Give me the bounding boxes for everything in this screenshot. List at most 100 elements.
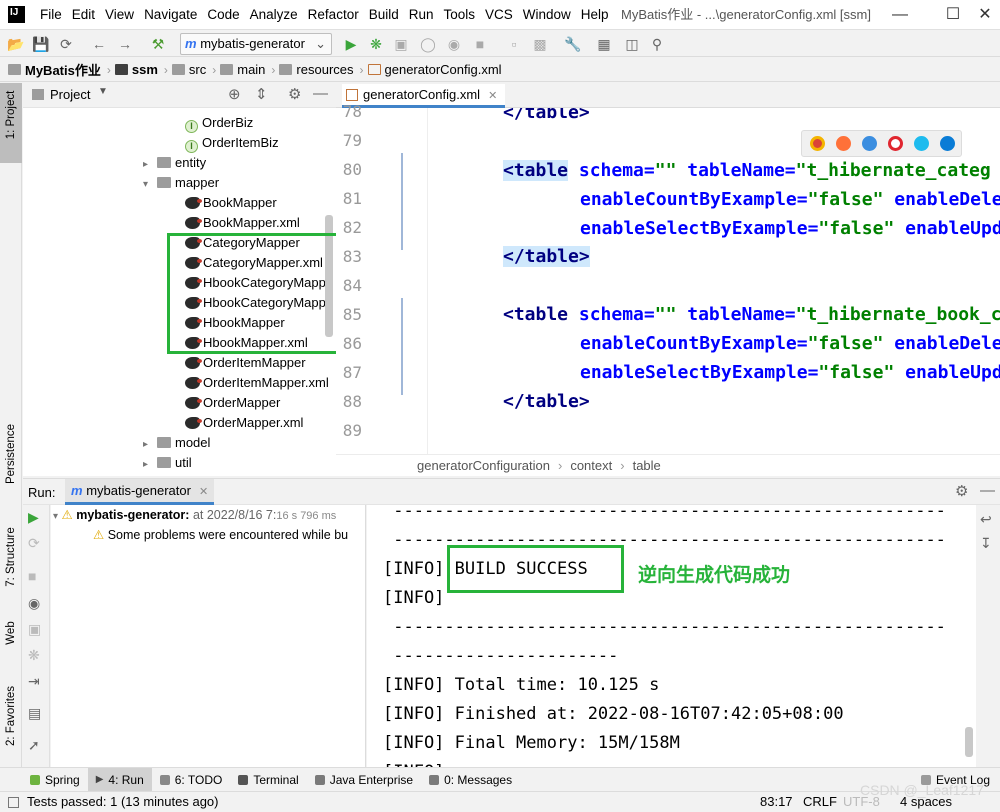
pin-icon[interactable]: ➚ bbox=[28, 737, 40, 754]
caret-position[interactable]: 83:17 bbox=[760, 792, 793, 812]
firefox-icon[interactable] bbox=[836, 136, 851, 151]
tool-tab-project[interactable]: 1: Project bbox=[0, 83, 22, 163]
forward-arrow-icon[interactable]: → bbox=[115, 34, 135, 54]
gear-icon[interactable]: ⚙ bbox=[288, 85, 301, 103]
save-icon[interactable]: 💾 bbox=[31, 34, 51, 54]
tree-item-bookmapper-xml[interactable]: BookMapper.xml bbox=[185, 213, 300, 233]
xml-crumb[interactable]: generatorConfiguration bbox=[417, 458, 550, 473]
eye-icon[interactable]: ◉ bbox=[28, 595, 40, 612]
chevron-down-icon[interactable]: ▼ bbox=[98, 86, 108, 97]
profile-icon[interactable]: ◯ bbox=[418, 34, 438, 54]
menu-refactor[interactable]: Refactor bbox=[303, 0, 364, 30]
open-folder-icon[interactable]: 📂 bbox=[6, 34, 26, 54]
menu-edit[interactable]: Edit bbox=[67, 0, 100, 30]
terminal-window-icon[interactable]: ◫ bbox=[622, 34, 642, 54]
xml-crumb[interactable]: table bbox=[633, 458, 661, 473]
camera-icon[interactable]: ▣ bbox=[28, 621, 41, 638]
tree-item-mapper[interactable]: ▾ mapper bbox=[143, 173, 219, 193]
run-tree-root[interactable]: ▾ ⚠ mybatis-generator: at 2022/8/16 7:16… bbox=[53, 505, 336, 525]
build-hammer-icon[interactable]: ⚒ bbox=[148, 34, 168, 54]
edge-icon[interactable] bbox=[940, 136, 955, 151]
internet-explorer-icon[interactable] bbox=[914, 136, 929, 151]
tree-item-bookmapper[interactable]: BookMapper bbox=[185, 193, 277, 213]
tool-tab-favorites[interactable]: 2: Favorites bbox=[0, 680, 22, 765]
menu-help[interactable]: Help bbox=[576, 0, 614, 30]
attach-icon[interactable]: ◉ bbox=[444, 34, 464, 54]
breadcrumb-project[interactable]: MyBatis作业 bbox=[8, 60, 101, 79]
tree-item-util[interactable]: ▸ util bbox=[143, 453, 192, 473]
maximize-icon[interactable]: ☐ bbox=[933, 0, 973, 30]
breadcrumb-main[interactable]: main bbox=[220, 62, 265, 77]
opera-icon[interactable] bbox=[888, 136, 903, 151]
console-scrollbar[interactable] bbox=[965, 727, 973, 757]
safari-icon[interactable] bbox=[862, 136, 877, 151]
run-tree-child[interactable]: ⚠ Some problems were encountered while b… bbox=[93, 525, 348, 545]
menu-vcs[interactable]: VCS bbox=[480, 0, 518, 30]
chrome-icon[interactable] bbox=[810, 136, 825, 151]
tree-item-ordermapper[interactable]: OrderMapper bbox=[185, 393, 280, 413]
menu-file[interactable]: File bbox=[35, 0, 67, 30]
close-icon[interactable]: ✕ bbox=[199, 486, 208, 498]
soft-wrap-icon[interactable]: ↩ bbox=[980, 511, 992, 528]
menu-run[interactable]: Run bbox=[404, 0, 439, 30]
vcs-update-icon[interactable]: ▫ bbox=[504, 34, 524, 54]
tool-tab-todo[interactable]: 6: TODO bbox=[152, 768, 231, 792]
vcs-commit-icon[interactable]: ▩ bbox=[530, 34, 550, 54]
menu-navigate[interactable]: Navigate bbox=[139, 0, 202, 30]
tool-tab-spring[interactable]: Spring bbox=[22, 768, 88, 792]
menu-tools[interactable]: Tools bbox=[439, 0, 481, 30]
tree-item-orderbiz[interactable]: I OrderBiz bbox=[185, 113, 253, 133]
stop-icon[interactable]: ■ bbox=[28, 568, 36, 584]
menu-analyze[interactable]: Analyze bbox=[245, 0, 303, 30]
search-icon[interactable]: ⚲ bbox=[647, 34, 667, 54]
tool-tab-web[interactable]: Web bbox=[0, 615, 22, 665]
scroll-to-end-icon[interactable]: ↧ bbox=[980, 535, 992, 552]
debug-bug-icon[interactable]: ❋ bbox=[28, 647, 40, 664]
breadcrumb-src[interactable]: src bbox=[171, 62, 206, 77]
breadcrumb-resources[interactable]: resources bbox=[279, 62, 354, 77]
close-icon[interactable]: ✕ bbox=[488, 90, 497, 102]
project-panel-title[interactable]: Project bbox=[50, 87, 90, 102]
rerun-failed-icon[interactable]: ⟳ bbox=[28, 535, 40, 552]
tree-item-entity[interactable]: ▸ entity bbox=[143, 153, 206, 173]
menu-build[interactable]: Build bbox=[364, 0, 404, 30]
run-play-icon[interactable]: ▶ bbox=[341, 34, 361, 54]
sync-icon[interactable]: ⟳ bbox=[56, 34, 76, 54]
tool-tab-run[interactable]: ▶ 4: Run bbox=[87, 767, 152, 792]
tab-generatorconfig[interactable]: generatorConfig.xml ✕ bbox=[342, 84, 506, 108]
breadcrumb-module[interactable]: ssm bbox=[114, 62, 158, 77]
tree-item-orderitembiz[interactable]: I OrderItemBiz bbox=[185, 133, 279, 153]
tool-tab-terminal[interactable]: Terminal bbox=[230, 768, 306, 792]
rerun-play-icon[interactable]: ▶ bbox=[28, 509, 39, 526]
layout-icon[interactable]: ▤ bbox=[28, 705, 41, 722]
back-arrow-icon[interactable]: ← bbox=[89, 34, 109, 54]
menu-code[interactable]: Code bbox=[202, 0, 244, 30]
tree-item-ordermapper-xml[interactable]: OrderMapper.xml bbox=[185, 413, 303, 433]
panel-toggle-icon[interactable] bbox=[8, 797, 19, 808]
hide-panel-icon[interactable]: — bbox=[313, 85, 328, 102]
tree-item-orderitemmapper[interactable]: OrderItemMapper bbox=[185, 353, 306, 373]
project-structure-icon[interactable]: ▦ bbox=[594, 34, 614, 54]
minimize-icon[interactable]: — bbox=[880, 0, 920, 30]
login-icon[interactable]: ⇥ bbox=[28, 673, 40, 690]
tool-tab-messages[interactable]: 0: Messages bbox=[421, 768, 520, 792]
hide-panel-icon[interactable]: — bbox=[980, 482, 995, 499]
tool-tab-persistence[interactable]: Persistence bbox=[0, 418, 22, 498]
run-tab-mybatis-generator[interactable]: m mybatis-generator ✕ bbox=[65, 479, 215, 505]
status-message[interactable]: Tests passed: 1 (13 minutes ago) bbox=[27, 792, 219, 812]
coverage-icon[interactable]: ▣ bbox=[391, 34, 411, 54]
tree-item-orderitemmapper-xml[interactable]: OrderItemMapper.xml bbox=[185, 373, 329, 393]
debug-bug-icon[interactable]: ❋ bbox=[366, 34, 386, 54]
xml-crumb[interactable]: context bbox=[570, 458, 612, 473]
locate-target-icon[interactable]: ⊕ bbox=[228, 85, 241, 103]
collapse-all-icon[interactable]: ⇕ bbox=[255, 85, 268, 103]
line-separator[interactable]: CRLF bbox=[803, 792, 837, 812]
close-icon[interactable]: ✕ bbox=[970, 0, 1000, 30]
gear-icon[interactable]: ⚙ bbox=[955, 482, 968, 500]
menu-window[interactable]: Window bbox=[518, 0, 576, 30]
code-editor[interactable]: </table> <table schema="" tableName="t_h… bbox=[408, 108, 1000, 454]
tool-tab-java-enterprise[interactable]: Java Enterprise bbox=[307, 768, 421, 792]
stop-icon[interactable]: ■ bbox=[470, 34, 490, 54]
tree-item-model[interactable]: ▸ model bbox=[143, 433, 210, 453]
breadcrumb-file[interactable]: generatorConfig.xml bbox=[367, 62, 502, 77]
